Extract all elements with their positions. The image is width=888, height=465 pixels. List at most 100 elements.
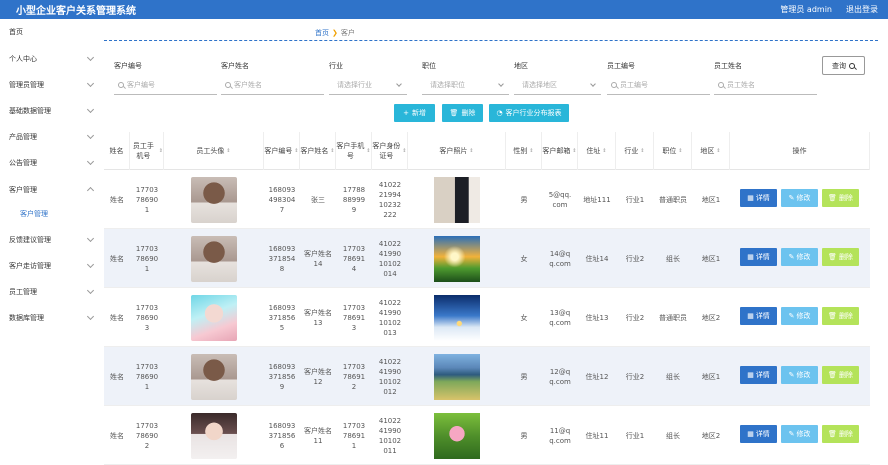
sidebar-item-employee[interactable]: 员工管理 <box>9 287 37 297</box>
detail-button[interactable]: ▦ 详情 <box>740 248 777 266</box>
cell-emp-phone: 17703786903 <box>130 288 164 347</box>
column-header[interactable]: 客户编号 ⇕ <box>264 132 300 170</box>
sort-icon[interactable]: ⇕ <box>402 148 406 154</box>
sidebar-item-database[interactable]: 数据库管理 <box>9 313 44 323</box>
delete-button[interactable]: 🗑 删除 <box>822 366 859 384</box>
sort-icon[interactable]: ⇕ <box>366 148 370 154</box>
sidebar-item-admin[interactable]: 管理员管理 <box>9 80 44 90</box>
detail-button[interactable]: ▦ 详情 <box>740 425 777 443</box>
column-header[interactable]: 职位 ⇕ <box>654 132 692 170</box>
cell-text: 姓名 <box>110 195 124 204</box>
cell-text: 男 <box>520 372 528 381</box>
sidebar-item-basedata[interactable]: 基础数据管理 <box>9 106 51 116</box>
customer-photo-cell <box>408 288 506 347</box>
column-header[interactable]: 客户照片 ⇕ <box>408 132 506 170</box>
column-header[interactable]: 员工头像 ⇕ <box>164 132 264 170</box>
region-select[interactable]: 请选择地区 <box>514 76 601 95</box>
cell-cust-name: 张三 <box>300 170 336 229</box>
emp-no-input[interactable]: 员工编号 <box>607 76 710 95</box>
sidebar-item-profile[interactable]: 个人中心 <box>9 54 37 64</box>
industry-select[interactable]: 请选择行业 <box>329 76 407 95</box>
delete-button[interactable]: 🗑 删除 <box>822 189 859 207</box>
delete-button[interactable]: 🗑 删除 <box>822 248 859 266</box>
detail-button[interactable]: ▦ 详情 <box>740 189 777 207</box>
sidebar-item-product[interactable]: 产品管理 <box>9 132 37 142</box>
sort-icon[interactable]: ⇕ <box>602 148 606 154</box>
chevron-down-icon <box>86 131 95 140</box>
delete-button[interactable]: 🗑 删除 <box>822 425 859 443</box>
trash-icon: 🗑 <box>449 109 459 117</box>
emp-name-input[interactable]: 员工姓名 <box>714 76 817 95</box>
report-button[interactable]: ◔ 客户行业分布报表 <box>489 104 569 122</box>
delete-button[interactable]: 🗑 删除 <box>822 307 859 325</box>
sidebar-item-notice[interactable]: 公告管理 <box>9 158 37 168</box>
cell-cust-name: 客户姓名14 <box>300 229 336 288</box>
employee-avatar-cell <box>164 288 264 347</box>
column-header[interactable]: 地区 ⇕ <box>692 132 730 170</box>
column-header[interactable]: 客户手机号 ⇕ <box>336 132 372 170</box>
position-select[interactable]: 请选择职位 <box>422 76 509 95</box>
column-header[interactable]: 客户邮箱 ⇕ <box>542 132 578 170</box>
cell-text: 组长 <box>666 431 680 440</box>
detail-button[interactable]: ▦ 详情 <box>740 307 777 325</box>
column-header[interactable]: 性别 ⇕ <box>506 132 542 170</box>
column-header[interactable]: 住址 ⇕ <box>578 132 616 170</box>
sort-icon[interactable]: ⇕ <box>469 148 473 154</box>
cell-text: 客户姓名13 <box>304 308 332 327</box>
breadcrumb-home[interactable]: 首页 <box>315 28 329 38</box>
cell-region: 地区2 <box>692 288 730 347</box>
sidebar-subitem-customer[interactable]: 客户管理 <box>20 209 48 219</box>
cell-id-no: 410222199410232222 <box>372 170 408 229</box>
cell-text: 普通职员 <box>659 195 687 204</box>
cell-text: 行业1 <box>625 431 645 440</box>
column-header[interactable]: 客户身份证号 ⇕ <box>372 132 408 170</box>
cust-name-input[interactable]: 客户姓名 <box>221 76 324 95</box>
column-header[interactable]: 行业 ⇕ <box>616 132 654 170</box>
cell-text: 地址111 <box>583 195 611 204</box>
search-button[interactable]: 查询 <box>822 56 865 75</box>
edit-button[interactable]: ✎ 修改 <box>781 189 818 207</box>
cell-name: 姓名 <box>104 347 130 406</box>
detail-label: 详情 <box>755 253 770 261</box>
cell-text: 1680933718548 <box>268 244 296 273</box>
employee-avatar-cell <box>164 347 264 406</box>
column-header[interactable]: 客户姓名 ⇕ <box>300 132 336 170</box>
cell-emp-phone: 17703786901 <box>130 347 164 406</box>
sidebar-item-feedback[interactable]: 反馈建议管理 <box>9 235 51 245</box>
filter-label: 地区 <box>514 62 528 70</box>
logout-link[interactable]: 退出登录 <box>846 4 878 15</box>
sort-icon[interactable]: ⇕ <box>678 148 682 154</box>
cust-no-input[interactable]: 客户编号 <box>114 76 217 95</box>
cell-position: 组长 <box>654 347 692 406</box>
cell-text: 17703786901 <box>135 362 159 391</box>
sidebar-item-customer[interactable]: 客户管理 <box>9 185 37 195</box>
edit-label: 修改 <box>796 430 811 438</box>
chevron-down-icon <box>396 81 402 87</box>
cell-text: 17788889999 <box>342 185 366 214</box>
sort-icon[interactable]: ⇕ <box>159 148 163 154</box>
edit-button[interactable]: ✎ 修改 <box>781 307 818 325</box>
edit-button[interactable]: ✎ 修改 <box>781 366 818 384</box>
batch-delete-button[interactable]: 🗑 删除 <box>442 104 483 122</box>
sort-icon[interactable]: ⇕ <box>226 148 230 154</box>
add-button[interactable]: + 新增 <box>394 104 435 122</box>
edit-button[interactable]: ✎ 修改 <box>781 248 818 266</box>
detail-label: 详情 <box>755 430 770 438</box>
sort-icon[interactable]: ⇕ <box>529 148 533 154</box>
sort-icon[interactable]: ⇕ <box>294 148 298 154</box>
user-label[interactable]: 管理员 admin <box>780 4 832 15</box>
cell-text: 1680933718565 <box>268 303 296 332</box>
detail-button[interactable]: ▦ 详情 <box>740 366 777 384</box>
column-header[interactable]: 员工手机号 ⇕ <box>130 132 164 170</box>
sort-icon[interactable]: ⇕ <box>640 148 644 154</box>
sort-icon[interactable]: ⇕ <box>572 148 576 154</box>
cell-text: 410222199410232222 <box>378 180 402 219</box>
edit-icon: ✎ <box>788 194 795 202</box>
sort-icon[interactable]: ⇕ <box>330 148 334 154</box>
cell-cust-no: 1680933718548 <box>264 229 300 288</box>
sidebar-item-home[interactable]: 首页 <box>9 27 23 37</box>
edit-button[interactable]: ✎ 修改 <box>781 425 818 443</box>
cell-text: 5@qq.com <box>548 190 572 209</box>
sidebar-item-visit[interactable]: 客户走访管理 <box>9 261 51 271</box>
sort-icon[interactable]: ⇕ <box>716 148 720 154</box>
